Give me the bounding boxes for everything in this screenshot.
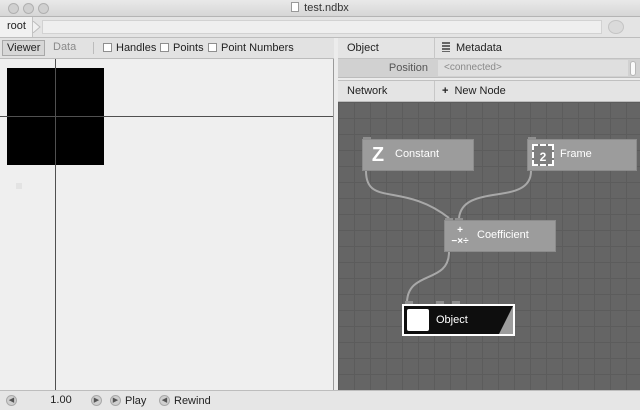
- refresh-icon[interactable]: [608, 20, 624, 34]
- handles-label: Handles: [116, 42, 157, 54]
- point-numbers-checkbox[interactable]: Point Numbers: [208, 42, 294, 54]
- node-constant[interactable]: Z Constant: [362, 137, 474, 171]
- film-frame-icon: 2: [532, 144, 554, 166]
- rewind-icon[interactable]: ◀: [159, 395, 170, 406]
- viewer-pane: Viewer Data Handles Points Point Numbers: [0, 38, 334, 390]
- frame-decrement-button[interactable]: ◀: [6, 395, 17, 406]
- node-label: Object: [436, 314, 468, 326]
- network-title: Network: [347, 85, 388, 97]
- metadata-button[interactable]: Metadata: [442, 42, 502, 54]
- frame-increment-button[interactable]: ▶: [91, 395, 102, 406]
- new-node-button[interactable]: + New Node: [442, 85, 506, 97]
- arithmetic-icon: +−×÷: [451, 225, 469, 247]
- tab-viewer[interactable]: Viewer: [2, 40, 46, 56]
- port-row-position: Position <connected>: [338, 59, 640, 78]
- wire-constant-to-coefficient: [365, 170, 450, 219]
- points-checkbox[interactable]: Points: [160, 42, 204, 54]
- object-node-icon: [407, 309, 429, 331]
- viewer-toolbar: Viewer Data Handles Points Point Numbers: [0, 38, 334, 59]
- breadcrumb-root[interactable]: root: [0, 17, 33, 37]
- point-numbers-checkbox-box: [208, 43, 217, 52]
- rendered-flag-icon: [499, 306, 513, 334]
- point-numbers-label: Point Numbers: [221, 42, 294, 54]
- origin-horizontal-axis: [0, 116, 333, 117]
- tab-data[interactable]: Data: [49, 40, 80, 56]
- node-input-port[interactable]: [455, 218, 463, 221]
- address-field[interactable]: [42, 20, 602, 34]
- address-bar: root: [0, 17, 640, 38]
- viewer-marker: [16, 183, 22, 189]
- new-node-label: New Node: [454, 85, 506, 97]
- document-icon: [291, 2, 300, 12]
- handles-checkbox[interactable]: Handles: [103, 42, 156, 54]
- rewind-button[interactable]: Rewind: [174, 395, 211, 407]
- node-label: Constant: [395, 148, 440, 160]
- metadata-icon: [442, 42, 450, 52]
- node-object-rendered[interactable]: Object: [402, 301, 515, 336]
- handles-checkbox-box: [103, 43, 112, 52]
- port-name: Position: [388, 62, 428, 74]
- window-title: test.ndbx: [0, 2, 640, 14]
- constant-icon: Z: [371, 144, 385, 166]
- node-input-port[interactable]: [363, 137, 371, 140]
- node-input-port[interactable]: [405, 301, 413, 304]
- viewer-canvas[interactable]: [0, 59, 333, 390]
- node-label: Frame: [560, 148, 592, 160]
- port-panel-title: Object: [347, 42, 379, 54]
- breadcrumb-root-label: root: [7, 20, 26, 32]
- network-canvas[interactable]: Z Constant 2 Frame +−×÷ Coefficient Obje…: [338, 102, 640, 390]
- node-label: Coefficient: [477, 229, 529, 241]
- wire-coefficient-to-object: [406, 251, 450, 303]
- port-panel-header: Object Metadata: [338, 38, 640, 59]
- plus-icon: +: [442, 85, 449, 97]
- metadata-label: Metadata: [456, 42, 502, 54]
- header-divider: [434, 38, 435, 59]
- right-pane: Object Metadata Position <connected> Net…: [338, 38, 640, 390]
- node-input-port[interactable]: [445, 218, 453, 221]
- play-button[interactable]: Play: [125, 395, 146, 407]
- frame-value-field[interactable]: 1.00: [20, 394, 102, 408]
- network-header: Network + New Node: [338, 80, 640, 102]
- node-coefficient[interactable]: +−×÷ Coefficient: [444, 218, 556, 252]
- origin-vertical-axis: [55, 59, 56, 390]
- header-divider: [434, 81, 435, 102]
- points-label: Points: [173, 42, 204, 54]
- node-input-port[interactable]: [436, 301, 444, 304]
- node-input-port[interactable]: [452, 301, 460, 304]
- wire-frame-to-coefficient: [458, 170, 532, 219]
- node-frame[interactable]: 2 Frame: [527, 137, 637, 171]
- port-value-field[interactable]: <connected>: [438, 60, 628, 76]
- title-bar: test.ndbx: [0, 0, 640, 17]
- breadcrumb-chevron-icon: [32, 21, 41, 33]
- playback-bar: ◀ 1.00 ▶ ▶ Play ◀ Rewind: [0, 390, 640, 410]
- window-title-text: test.ndbx: [304, 2, 349, 14]
- points-checkbox-box: [160, 43, 169, 52]
- play-icon[interactable]: ▶: [110, 395, 121, 406]
- port-panel-scrollbar[interactable]: [630, 61, 636, 76]
- toolbar-divider: [93, 42, 94, 54]
- node-input-port[interactable]: [528, 137, 536, 140]
